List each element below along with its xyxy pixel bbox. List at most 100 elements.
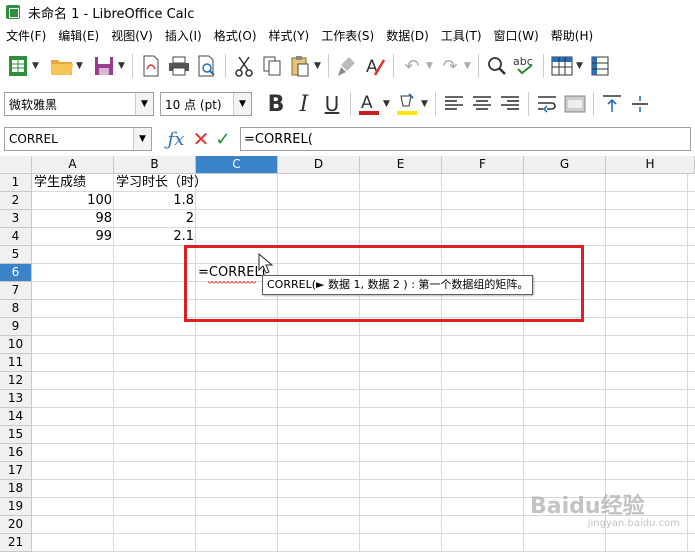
align-middle-icon[interactable]	[626, 89, 654, 119]
row-header[interactable]: 3	[0, 210, 32, 228]
row-header[interactable]: 21	[0, 534, 32, 552]
menu-edit[interactable]: 编辑(E)	[52, 27, 105, 44]
highlight-color-icon[interactable]	[393, 89, 421, 119]
print-icon[interactable]	[165, 51, 193, 81]
menu-view[interactable]: 视图(V)	[105, 27, 159, 44]
row-header[interactable]: 6	[0, 264, 32, 282]
function-tooltip: CORREL(► 数据 1, 数据 2 ) : 第一个数据组的矩阵。	[262, 275, 534, 295]
column-header-f[interactable]: F	[442, 156, 524, 174]
menu-file[interactable]: 文件(F)	[0, 27, 52, 44]
cell-b2[interactable]: 1.8	[114, 192, 196, 210]
row-header[interactable]: 11	[0, 354, 32, 372]
row-header[interactable]: 17	[0, 462, 32, 480]
row-header[interactable]: 15	[0, 426, 32, 444]
row-header[interactable]: 8	[0, 300, 32, 318]
chevron-down-icon[interactable]: ▼	[576, 61, 586, 71]
menu-styles[interactable]: 样式(Y)	[263, 27, 316, 44]
redo-icon[interactable]: ↷	[436, 51, 464, 81]
row-header[interactable]: 4	[0, 228, 32, 246]
undo-icon[interactable]: ↶	[398, 51, 426, 81]
font-name-combo[interactable]: 微软雅黑 ▼	[4, 92, 154, 116]
font-color-icon[interactable]: A	[355, 89, 383, 119]
menu-help[interactable]: 帮助(H)	[545, 27, 599, 44]
find-replace-icon[interactable]	[483, 51, 511, 81]
spelling-icon[interactable]: abc	[511, 51, 539, 81]
row-header[interactable]: 9	[0, 318, 32, 336]
watermark-main: Baidu经验	[530, 494, 645, 519]
chevron-down-icon[interactable]: ▼	[426, 61, 436, 71]
row-icon[interactable]	[548, 51, 576, 81]
row-header[interactable]: 13	[0, 390, 32, 408]
accept-icon[interactable]: ✓	[212, 124, 234, 154]
select-all-corner[interactable]	[0, 156, 32, 174]
chevron-down-icon[interactable]: ▼	[314, 61, 324, 71]
row-header[interactable]: 2	[0, 192, 32, 210]
row-header[interactable]: 14	[0, 408, 32, 426]
menu-window[interactable]: 窗口(W)	[488, 27, 545, 44]
column-header-d[interactable]: D	[278, 156, 360, 174]
merge-cells-icon[interactable]	[561, 89, 589, 119]
paste-icon[interactable]	[286, 51, 314, 81]
cell-b3[interactable]: 2	[114, 210, 196, 228]
column-icon[interactable]	[586, 51, 614, 81]
chevron-down-icon[interactable]: ▼	[233, 93, 251, 115]
cell-a1[interactable]: 学生成绩	[32, 174, 114, 192]
menu-tools[interactable]: 工具(T)	[435, 27, 488, 44]
chevron-down-icon[interactable]: ▼	[464, 61, 474, 71]
menu-sheet[interactable]: 工作表(S)	[315, 27, 380, 44]
column-header-b[interactable]: B	[114, 156, 196, 174]
column-header-a[interactable]: A	[32, 156, 114, 174]
chevron-down-icon[interactable]: ▼	[133, 128, 151, 150]
open-folder-icon[interactable]	[48, 51, 76, 81]
column-header-e[interactable]: E	[360, 156, 442, 174]
formula-input[interactable]: =CORREL(	[240, 127, 691, 151]
cell-b1[interactable]: 学习时长（时）	[114, 174, 207, 192]
cut-icon[interactable]	[230, 51, 258, 81]
menu-data[interactable]: 数据(D)	[380, 27, 435, 44]
align-right-icon[interactable]	[496, 89, 524, 119]
print-preview-icon[interactable]	[193, 51, 221, 81]
chevron-down-icon[interactable]: ▼	[135, 93, 153, 115]
name-box[interactable]: CORREL ▼	[4, 127, 152, 151]
row-header[interactable]: 12	[0, 372, 32, 390]
italic-icon[interactable]: I	[290, 89, 318, 119]
clear-formatting-icon[interactable]: A	[361, 51, 389, 81]
underline-icon[interactable]: U	[318, 89, 346, 119]
align-left-icon[interactable]	[440, 89, 468, 119]
cell-a4[interactable]: 99	[32, 228, 114, 246]
cell-a3[interactable]: 98	[32, 210, 114, 228]
clone-formatting-icon[interactable]	[333, 51, 361, 81]
row-header[interactable]: 10	[0, 336, 32, 354]
wrap-text-icon[interactable]	[533, 89, 561, 119]
chevron-down-icon[interactable]: ▼	[76, 61, 86, 71]
row-header[interactable]: 20	[0, 516, 32, 534]
menu-insert[interactable]: 插入(I)	[159, 27, 208, 44]
chevron-down-icon[interactable]: ▼	[421, 99, 431, 109]
row-header[interactable]: 19	[0, 498, 32, 516]
row-header[interactable]: 7	[0, 282, 32, 300]
chevron-down-icon[interactable]: ▼	[383, 99, 393, 109]
align-center-icon[interactable]	[468, 89, 496, 119]
cancel-icon[interactable]: ✕	[190, 124, 212, 154]
toolbar-separator	[350, 92, 351, 116]
font-size-combo[interactable]: 10 点 (pt) ▼	[160, 92, 252, 116]
bold-icon[interactable]: B	[262, 89, 290, 119]
column-header-c[interactable]: C	[196, 156, 278, 174]
row-header[interactable]: 5	[0, 246, 32, 264]
row-header[interactable]: 1	[0, 174, 32, 192]
copy-icon[interactable]	[258, 51, 286, 81]
row-header[interactable]: 16	[0, 444, 32, 462]
function-wizard-icon[interactable]: ƒx	[162, 124, 190, 154]
export-pdf-icon[interactable]	[137, 51, 165, 81]
column-header-g[interactable]: G	[524, 156, 606, 174]
save-icon[interactable]	[90, 51, 118, 81]
new-spreadsheet-icon[interactable]	[4, 51, 32, 81]
chevron-down-icon[interactable]: ▼	[118, 61, 128, 71]
cell-a2[interactable]: 100	[32, 192, 114, 210]
menu-format[interactable]: 格式(O)	[208, 27, 263, 44]
align-top-icon[interactable]	[598, 89, 626, 119]
column-header-h[interactable]: H	[606, 156, 695, 174]
row-header[interactable]: 18	[0, 480, 32, 498]
cell-b4[interactable]: 2.1	[114, 228, 196, 246]
chevron-down-icon[interactable]: ▼	[32, 61, 42, 71]
